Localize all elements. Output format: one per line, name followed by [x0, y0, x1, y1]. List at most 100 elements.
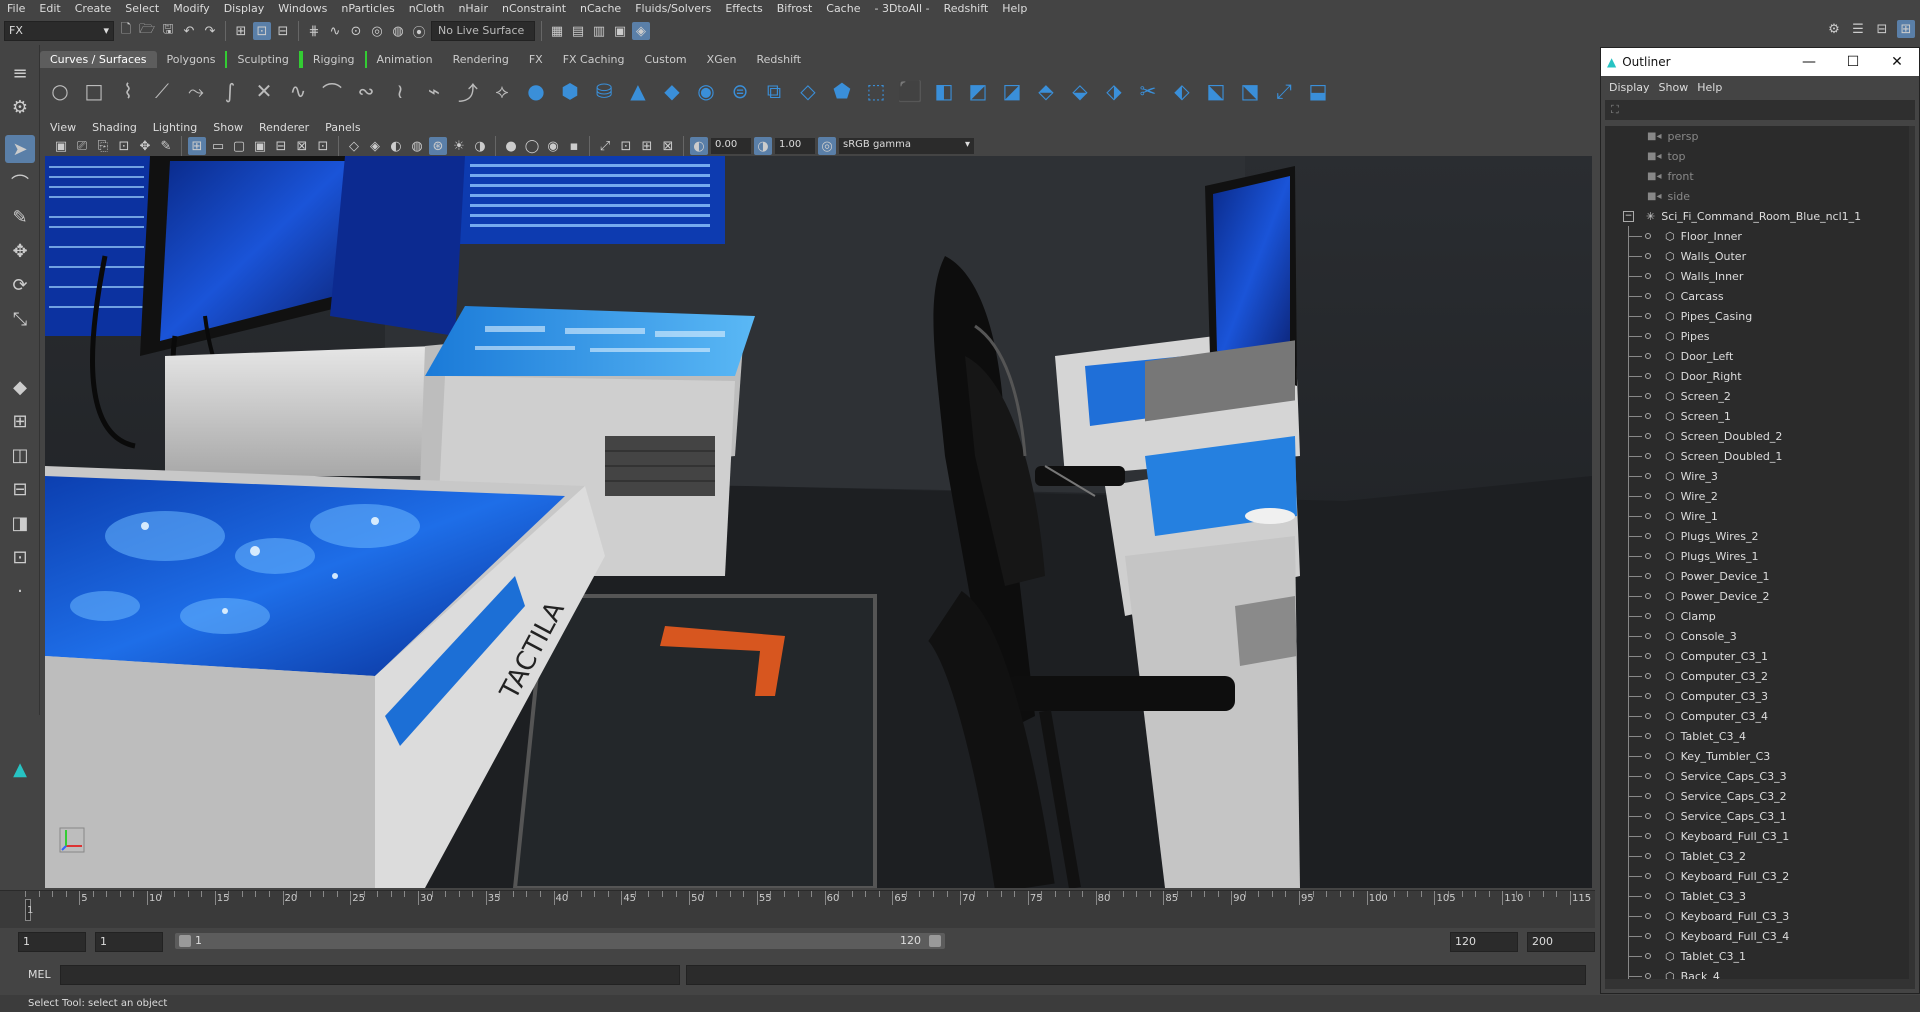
outliner-tree[interactable]: ■◂ persp ■◂ top ■◂ front ■◂ side − ✳ Sci_Fi_Comman… — [1605, 126, 1915, 981]
menu-3dtoall[interactable]: - 3DtoAll - — [867, 2, 936, 15]
smooth-shade-icon[interactable]: ◈ — [366, 137, 384, 155]
outliner-item[interactable]: ⬡ Screen_1 — [1605, 406, 1915, 426]
range-handle-right[interactable] — [929, 935, 941, 947]
expand-dot-icon[interactable] — [1645, 853, 1651, 859]
menu-redshift[interactable]: Redshift — [937, 2, 996, 15]
select-component-icon[interactable]: ⊟ — [274, 22, 292, 40]
xray-components-icon[interactable]: ⊠ — [659, 137, 677, 155]
shelf-tab-fx-caching[interactable]: FX Caching — [553, 51, 635, 68]
outliner-item[interactable]: ⬡ Door_Left — [1605, 346, 1915, 366]
outliner-menu-show[interactable]: Show — [1659, 81, 1698, 94]
outliner-item[interactable]: ⬡ Door_Right — [1605, 366, 1915, 386]
lights-icon[interactable]: ☀ — [450, 137, 468, 155]
trim-icon[interactable]: ⬗ — [1100, 77, 1128, 105]
expand-dot-icon[interactable] — [1645, 413, 1651, 419]
outliner-item[interactable]: ⬡ Console_3 — [1605, 626, 1915, 646]
pencil-curve-icon[interactable]: ∫ — [216, 77, 244, 105]
shadows-icon[interactable]: ◑ — [471, 137, 489, 155]
expand-dot-icon[interactable] — [1645, 513, 1651, 519]
bezier-curve-icon[interactable]: ⤳ — [182, 77, 210, 105]
menu-edit[interactable]: Edit — [32, 2, 67, 15]
outliner-item[interactable]: ⬡ Wire_1 — [1605, 506, 1915, 526]
outliner-item[interactable]: ⬡ Walls_Inner — [1605, 266, 1915, 286]
curve-tool-icon[interactable]: ⌇ — [114, 77, 142, 105]
range-slider[interactable]: 1 120 — [175, 933, 945, 949]
curve-editing-icon[interactable]: ⟡ — [488, 77, 516, 105]
shelf-tab-redshift[interactable]: Redshift — [746, 51, 811, 68]
outliner-item[interactable]: ⬡ Screen_Doubled_1 — [1605, 446, 1915, 466]
film-gate-icon[interactable]: ▭ — [209, 137, 227, 155]
expand-dot-icon[interactable] — [1645, 753, 1651, 759]
hypershade-icon[interactable]: ▣ — [611, 22, 629, 40]
expand-dot-icon[interactable] — [1645, 713, 1651, 719]
gate-mask-icon[interactable]: ▣ — [251, 137, 269, 155]
time-slider[interactable]: 5 10 15 20 25 30 35 40 45 50 55 60 65 70 75 80 85 90 95 100… — [0, 890, 1595, 928]
sign-in-icon[interactable]: ⚙ — [1825, 20, 1843, 38]
anim-end-field[interactable]: 200 — [1527, 932, 1595, 952]
outliner-item[interactable]: ⬡ Computer_C3_2 — [1605, 666, 1915, 686]
exposure-field[interactable]: 0.00 — [711, 138, 751, 154]
expand-dot-icon[interactable] — [1645, 773, 1651, 779]
outliner-item[interactable]: ⬡ Carcass — [1605, 286, 1915, 306]
grid-icon[interactable]: ⊞ — [188, 137, 206, 155]
layout-four-icon[interactable]: ⊞ — [5, 407, 35, 435]
expand-dot-icon[interactable] — [1645, 453, 1651, 459]
redo-icon[interactable]: ↷ — [201, 22, 219, 40]
wireframe-icon[interactable]: ◇ — [345, 137, 363, 155]
undo-icon[interactable]: ↶ — [180, 22, 198, 40]
menu-help[interactable]: Help — [995, 2, 1034, 15]
nurbs-circle-icon[interactable]: ○ — [46, 77, 74, 105]
textured-icon[interactable]: ⊛ — [429, 137, 447, 155]
resolution-gate-icon[interactable]: ▢ — [230, 137, 248, 155]
outliner-menu-help[interactable]: Help — [1697, 81, 1731, 94]
menu-display[interactable]: Display — [217, 2, 272, 15]
sculpt-surface-icon[interactable]: ⤢ — [1270, 77, 1298, 105]
outliner-item[interactable]: ⬡ Screen_2 — [1605, 386, 1915, 406]
select-tool-icon[interactable]: ➤ — [5, 135, 35, 163]
save-scene-icon[interactable]: 🖫 — [159, 22, 177, 40]
collapse-icon[interactable]: − — [1623, 210, 1634, 222]
mel-label[interactable]: MEL — [0, 968, 60, 981]
range-handle-left[interactable] — [179, 935, 191, 947]
camera-attributes-icon[interactable]: ⎚ — [73, 137, 91, 155]
field-chart-icon[interactable]: ⊟ — [272, 137, 290, 155]
ipr-render-icon[interactable]: ▤ — [569, 22, 587, 40]
viewport-menu-panels[interactable]: Panels — [317, 121, 368, 134]
outliner-item[interactable]: ⬡ Tablet_C3_4 — [1605, 726, 1915, 746]
attach-surfaces-icon[interactable]: ⬖ — [1168, 77, 1196, 105]
nurbs-square-icon[interactable]: □ — [80, 77, 108, 105]
shelf-gear-icon[interactable]: ⚙ — [5, 93, 35, 121]
safe-title-icon[interactable]: ⊡ — [314, 137, 332, 155]
expand-dot-icon[interactable] — [1645, 893, 1651, 899]
menu-create[interactable]: Create — [68, 2, 119, 15]
rebuild-curve-icon[interactable]: ⌁ — [420, 77, 448, 105]
rotate-tool-icon[interactable]: ⟳ — [5, 271, 35, 299]
expand-dot-icon[interactable] — [1645, 353, 1651, 359]
outliner-item[interactable]: ⬡ Power_Device_2 — [1605, 586, 1915, 606]
mel-input[interactable] — [60, 964, 680, 985]
expand-dot-icon[interactable] — [1645, 873, 1651, 879]
expand-dot-icon[interactable] — [1645, 253, 1651, 259]
square-surface-icon[interactable]: ◧ — [930, 77, 958, 105]
expand-dot-icon[interactable] — [1645, 333, 1651, 339]
outliner-item[interactable]: ⬡ Plugs_Wires_2 — [1605, 526, 1915, 546]
lasso-tool-icon[interactable]: ⌒ — [5, 169, 35, 197]
layout-two-icon[interactable]: ◫ — [5, 441, 35, 469]
new-scene-icon[interactable]: 🗋 — [117, 22, 135, 40]
expand-dot-icon[interactable] — [1645, 813, 1651, 819]
nurbs-torus-icon[interactable]: ◉ — [692, 77, 720, 105]
outliner-item[interactable]: ⬡ Keyboard_Full_C3_4 — [1605, 926, 1915, 946]
expand-dot-icon[interactable] — [1645, 273, 1651, 279]
outliner-item[interactable]: ⬡ Wire_2 — [1605, 486, 1915, 506]
expand-dot-icon[interactable] — [1645, 933, 1651, 939]
loft-icon[interactable]: ⧉ — [760, 77, 788, 105]
expand-dot-icon[interactable] — [1645, 473, 1651, 479]
snap-grid-icon[interactable]: ⋕ — [305, 22, 323, 40]
intersect-icon[interactable]: ⬙ — [1066, 77, 1094, 105]
motion-blur-icon[interactable]: ◯ — [523, 137, 541, 155]
insert-knot-icon[interactable]: ⌒ — [318, 77, 346, 105]
shelf-tab-polygons[interactable]: Polygons — [157, 51, 226, 68]
project-curve-icon[interactable]: ⬘ — [1032, 77, 1060, 105]
outliner-item[interactable]: ⬡ Tablet_C3_1 — [1605, 946, 1915, 966]
shelf-settings-icon[interactable]: ≡ — [5, 59, 35, 87]
